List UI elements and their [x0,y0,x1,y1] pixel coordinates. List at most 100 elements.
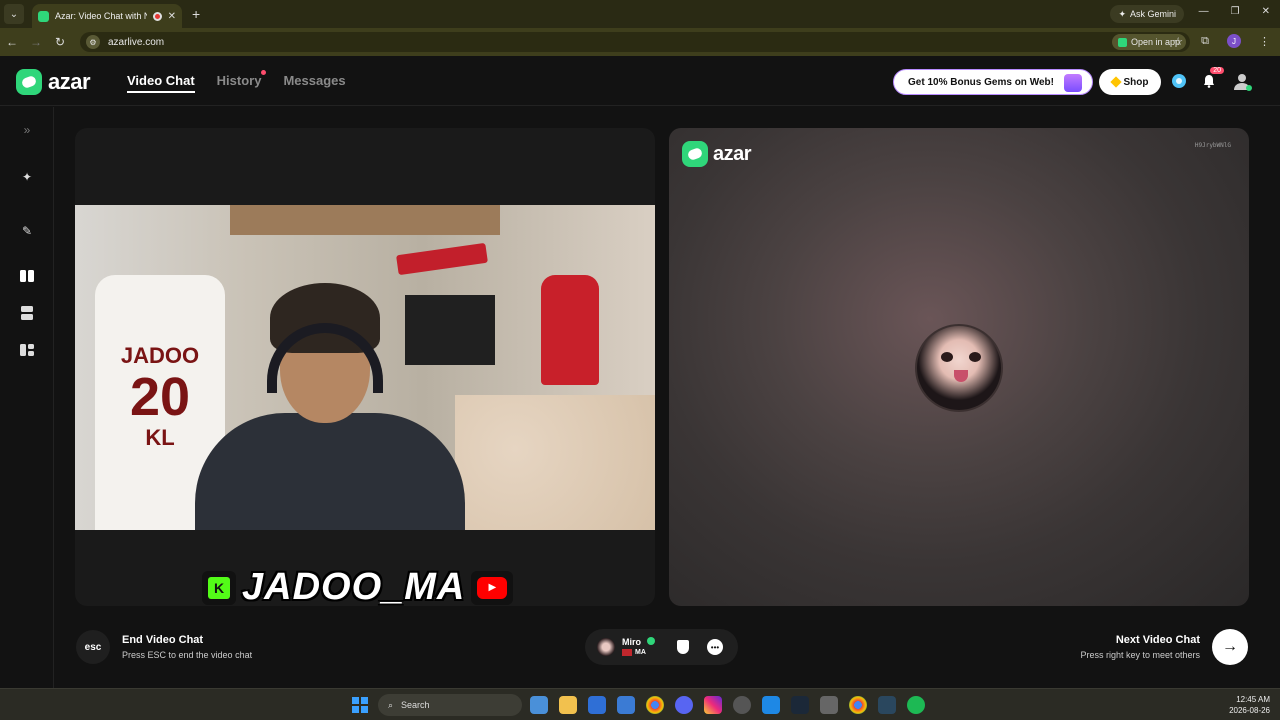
kick-logo-icon: K [202,570,236,605]
spotify-icon[interactable] [907,696,925,714]
my-video-panel: JADOO 20 KL K JADOO_MA ▶ [75,128,655,606]
browser-tab-bar: ⌄ Azar: Video Chat with New ✕ + ✦ Ask Ge… [0,0,1280,28]
layout-pip-icon[interactable] [18,341,36,359]
browser-toolbar-right: ☆ ⧉ J ⋮ [1173,34,1270,48]
close-window-icon[interactable]: ✕ [1262,6,1270,17]
ask-gemini-button[interactable]: ✦ Ask Gemini [1110,5,1184,23]
layout-side-by-side-icon[interactable] [18,267,36,285]
red-scarf [396,242,488,276]
bed [455,395,655,530]
peer-info-pill[interactable]: Miro MA ••• [585,629,738,665]
promo-label: Get 10% Bonus Gems on Web! [908,76,1054,88]
streamer-figure [195,283,465,530]
steam-alt-icon[interactable] [878,696,896,714]
clock-date: 2026-08-26 [1229,706,1270,715]
user-profile-icon[interactable] [1231,70,1253,92]
back-icon[interactable]: ← [0,35,24,49]
peer-panel-logo: azar [682,141,752,167]
report-shield-icon[interactable] [677,640,689,654]
new-tab-button[interactable]: + [192,6,200,22]
streamer-name: JADOO_MA [242,566,466,606]
peer-avatar [915,324,1003,412]
tab-title: Azar: Video Chat with New [55,11,147,21]
left-tool-rail: » ✦ ✎ [0,107,54,688]
peer-country: MA [622,649,646,656]
expand-rail-icon[interactable]: » [18,121,36,139]
address-bar-row: ← → ↻ ⚙ azarlive.com Open in app ☆ ⧉ J ⋮ [0,28,1280,56]
instagram-icon[interactable] [704,696,722,714]
verified-badge-icon [647,637,655,645]
minimize-icon[interactable]: — [1199,6,1209,17]
peer-mini-avatar [597,638,615,656]
restore-icon[interactable]: ❐ [1231,6,1240,17]
magic-wand-effects-icon[interactable]: ✦ [18,168,36,186]
chat-bubble-icon[interactable]: ••• [707,639,723,655]
gemini-sparkle-icon: ✦ [1118,8,1126,19]
morocco-flag-icon [622,649,632,656]
azar-favicon-icon [38,10,49,22]
next-chat-arrow-button[interactable]: → [1212,629,1248,665]
browser-tab[interactable]: Azar: Video Chat with New ✕ [32,4,182,28]
chrome-active-icon[interactable] [849,696,867,714]
windows-taskbar: ⌕ Search 12:45 AM 2026-08-26 [0,688,1280,720]
taskbar-search[interactable]: ⌕ Search [378,694,522,716]
recording-indicator-icon [152,11,162,21]
store-app-icon[interactable] [617,696,635,714]
notifications-bell-icon[interactable]: 20 [1200,67,1224,90]
url-field[interactable]: ⚙ azarlive.com Open in app [80,32,1190,52]
streamer-nametag: K JADOO_MA ▶ [202,566,514,606]
tab-video-chat[interactable]: Video Chat [127,73,195,93]
session-id: H9JrybWNlG [1194,142,1231,149]
chrome-icon[interactable] [646,696,664,714]
shop-button[interactable]: Shop [1099,69,1161,95]
obs-icon[interactable] [733,696,751,714]
extensions-icon[interactable]: ⧉ [1201,35,1209,48]
gem-icon [1109,76,1122,88]
azar-logo[interactable]: azar [16,69,91,95]
profile-avatar[interactable]: J [1227,34,1241,48]
notification-count-badge: 20 [1210,67,1224,74]
next-chat-hint: Press right key to meet others [1080,650,1200,660]
browser-menu-icon[interactable]: ⋮ [1259,35,1270,48]
taskbar-apps [530,696,925,714]
reload-icon[interactable]: ↻ [48,35,72,49]
next-chat-title: Next Video Chat [1115,634,1200,646]
filter-edit-icon[interactable]: ✎ [18,222,36,240]
forward-icon[interactable]: → [24,35,48,49]
layout-stacked-icon[interactable] [18,304,36,322]
tab-messages[interactable]: Messages [283,73,345,93]
history-unread-dot [261,70,267,75]
tab-history[interactable]: History [217,70,267,93]
url-text: azarlive.com [108,36,165,48]
search-icon: ⌕ [388,699,394,710]
end-chat-button[interactable]: esc [76,630,110,664]
discord-icon[interactable] [675,696,693,714]
app-header: azar Video Chat History Messages Get 10%… [0,56,1280,106]
ask-gemini-label: Ask Gemini [1129,9,1176,19]
snipping-tool-icon[interactable] [820,696,838,714]
steam-icon[interactable] [791,696,809,714]
window-controls: — ❐ ✕ [1199,6,1270,17]
peer-name: Miro [622,637,641,647]
app-icon[interactable] [762,696,780,714]
main-nav: Video Chat History Messages [127,70,346,93]
azar-app-icon [1117,37,1127,47]
azar-logo-icon [682,141,708,167]
tab-search-chevron-icon[interactable]: ⌄ [4,4,24,24]
photos-app-icon[interactable] [530,696,548,714]
peer-video-panel: azar H9JrybWNlG [669,128,1249,606]
file-explorer-icon[interactable] [559,696,577,714]
my-camera-feed: JADOO 20 KL [75,205,655,530]
azar-app: azar Video Chat History Messages Get 10%… [0,56,1280,688]
bookmark-star-icon[interactable]: ☆ [1173,35,1183,48]
bonus-gems-promo-button[interactable]: Get 10% Bonus Gems on Web! [893,69,1093,95]
system-clock[interactable]: 12:45 AM 2026-08-26 [1229,694,1270,716]
site-info-icon[interactable]: ⚙ [86,35,100,49]
windows-start-icon[interactable] [352,697,368,713]
mail-app-icon[interactable] [588,696,606,714]
close-tab-icon[interactable]: ✕ [168,11,176,22]
clock-time: 12:45 AM [1236,695,1270,704]
youtube-logo-icon: ▶ [471,570,514,605]
shop-label: Shop [1123,76,1149,88]
gems-balance-icon[interactable] [1170,72,1188,90]
